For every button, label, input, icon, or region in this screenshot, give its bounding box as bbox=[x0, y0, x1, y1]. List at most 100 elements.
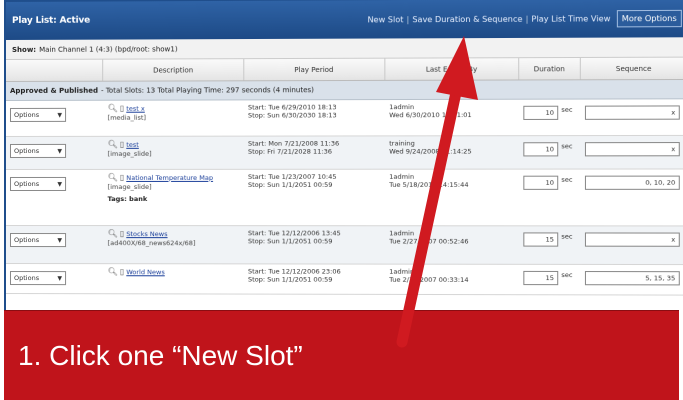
file-icon: ▯ bbox=[120, 173, 124, 182]
sequence-input[interactable]: x bbox=[585, 105, 680, 119]
duration-input[interactable]: 15 bbox=[523, 271, 558, 285]
last-edited-cell: 1admin Tue 2/27/2007 00:52:46 bbox=[385, 226, 519, 264]
sequence-cell: 0, 10, 20 bbox=[580, 169, 683, 225]
duration-cell: 10 sec bbox=[519, 136, 580, 169]
column-sequence[interactable]: Sequence bbox=[580, 58, 683, 80]
magnifier-icon[interactable]: 🔍︎ bbox=[108, 104, 118, 113]
editor-name: 1admin bbox=[389, 229, 515, 237]
sequence-input[interactable]: 0, 10, 20 bbox=[585, 176, 680, 190]
save-duration-sequence-link[interactable]: Save Duration & Sequence bbox=[409, 14, 525, 24]
group-summary: - Total Slots: 13 Total Playing Time: 29… bbox=[101, 86, 314, 95]
options-label: Options bbox=[14, 180, 39, 188]
slot-name-link[interactable]: test bbox=[126, 140, 139, 148]
edited-date: Tue 2/27/2007 00:52:46 bbox=[389, 237, 515, 245]
start-date: Start: Mon 7/21/2008 11:36 bbox=[248, 139, 381, 147]
play-period-cell: Start: Tue 12/12/2006 13:45 Stop: Sun 1/… bbox=[244, 226, 385, 263]
duration-unit: sec bbox=[561, 176, 572, 184]
slot-name-link[interactable]: Stocks News bbox=[126, 230, 167, 238]
table-row: Options ▼ 🔍︎ ▯ test [image_slide] Start:… bbox=[6, 136, 683, 170]
sequence-input[interactable]: x bbox=[585, 232, 680, 246]
column-play-period[interactable]: Play Period bbox=[244, 59, 385, 81]
playlist-title: Play List: Active bbox=[12, 16, 90, 26]
slot-name-link[interactable]: test x bbox=[126, 104, 145, 112]
magnifier-icon[interactable]: 🔍︎ bbox=[108, 173, 118, 182]
column-last-edited-by[interactable]: Last Edited By bbox=[385, 58, 519, 80]
file-icon: ▯ bbox=[120, 229, 124, 238]
edited-date: Wed 6/30/2010 18:21:01 bbox=[389, 111, 515, 119]
editor-name: 1admin bbox=[389, 268, 515, 276]
last-edited-cell: 1admin Tue 2/27/2007 00:33:14 bbox=[385, 265, 519, 295]
sequence-cell: x bbox=[580, 226, 683, 264]
editor-name: 1admin bbox=[389, 103, 515, 111]
options-dropdown[interactable]: Options ▼ bbox=[10, 177, 66, 191]
new-slot-link[interactable]: New Slot bbox=[364, 15, 406, 24]
table-row: Options ▼ 🔍︎ ▯ test x [media_list] Start… bbox=[6, 99, 683, 137]
stop-date: Stop: Sun 1/1/2051 00:59 bbox=[248, 275, 381, 283]
time-view-link[interactable]: Play List Time View bbox=[528, 14, 613, 24]
description-cell: 🔍︎ ▯ test x [media_list] bbox=[104, 100, 244, 135]
options-cell: Options ▼ bbox=[6, 226, 104, 263]
chevron-down-icon: ▼ bbox=[57, 237, 62, 244]
duration-unit: sec bbox=[561, 271, 572, 279]
options-dropdown[interactable]: Options ▼ bbox=[10, 144, 66, 158]
options-cell: Options ▼ bbox=[6, 170, 104, 225]
description-cell: 🔍︎ ▯ Stocks News [ad400X/68_news624x/68] bbox=[104, 226, 244, 263]
show-label: Show: bbox=[12, 45, 36, 53]
start-date: Start: Tue 12/12/2006 23:06 bbox=[248, 267, 381, 275]
start-date: Start: Tue 1/23/2007 10:45 bbox=[248, 173, 381, 181]
options-cell: Options ▼ bbox=[6, 264, 104, 293]
start-date: Start: Tue 12/12/2006 13:45 bbox=[248, 229, 381, 237]
duration-input[interactable]: 15 bbox=[523, 232, 558, 246]
slot-name-link[interactable]: World News bbox=[126, 268, 165, 276]
duration-input[interactable]: 10 bbox=[523, 106, 558, 120]
chevron-down-icon: ▼ bbox=[57, 147, 62, 154]
caption-text: 1. Click one “New Slot” bbox=[18, 340, 303, 372]
last-edited-cell: training Wed 9/24/2008 11:14:25 bbox=[385, 136, 519, 169]
stop-date: Stop: Sun 1/1/2051 00:59 bbox=[248, 181, 381, 189]
sequence-cell: x bbox=[580, 99, 683, 135]
duration-input[interactable]: 10 bbox=[523, 176, 558, 190]
column-duration[interactable]: Duration bbox=[519, 58, 580, 79]
options-label: Options bbox=[14, 236, 39, 244]
column-header-row: Description Play Period Last Edited By D… bbox=[6, 58, 683, 82]
options-label: Options bbox=[14, 147, 39, 155]
title-bar: Play List: Active New Slot | Save Durati… bbox=[6, 0, 683, 40]
column-options bbox=[6, 60, 104, 81]
file-icon: ▯ bbox=[120, 140, 124, 149]
edited-date: Wed 9/24/2008 11:14:25 bbox=[389, 147, 515, 155]
sequence-cell: x bbox=[580, 136, 683, 169]
slot-type: [image_slide] bbox=[108, 183, 240, 191]
play-period-cell: Start: Tue 1/23/2007 10:45 Stop: Sun 1/1… bbox=[244, 170, 385, 226]
play-period-cell: Start: Tue 6/29/2010 18:13 Stop: Sun 6/3… bbox=[244, 100, 385, 136]
slot-name-link[interactable]: National Temperature Map bbox=[126, 173, 213, 181]
column-description[interactable]: Description bbox=[104, 59, 244, 81]
more-options-button[interactable]: More Options bbox=[617, 9, 682, 27]
duration-input[interactable]: 10 bbox=[523, 142, 558, 156]
duration-unit: sec bbox=[561, 232, 572, 240]
magnifier-icon[interactable]: 🔍︎ bbox=[108, 267, 118, 276]
sequence-cell: 5, 15, 35 bbox=[580, 265, 683, 295]
description-cell: 🔍︎ ▯ National Temperature Map [image_sli… bbox=[104, 170, 244, 225]
duration-cell: 10 sec bbox=[519, 100, 580, 136]
group-title: Approved & Published bbox=[10, 87, 98, 95]
duration-cell: 15 sec bbox=[519, 265, 580, 295]
stop-date: Stop: Sun 6/30/2030 18:13 bbox=[248, 111, 381, 119]
slot-type: [image_slide] bbox=[108, 150, 240, 158]
table-row: Options ▼ 🔍︎ ▯ National Temperature Map … bbox=[6, 169, 683, 226]
options-dropdown[interactable]: Options ▼ bbox=[10, 108, 66, 122]
duration-unit: sec bbox=[561, 106, 572, 114]
options-cell: Options ▼ bbox=[6, 137, 104, 169]
options-dropdown[interactable]: Options ▼ bbox=[10, 271, 66, 285]
edited-date: Tue 2/27/2007 00:33:14 bbox=[389, 276, 515, 284]
options-dropdown[interactable]: Options ▼ bbox=[10, 233, 66, 247]
sequence-input[interactable]: x bbox=[585, 142, 680, 156]
play-period-cell: Start: Mon 7/21/2008 11:36 Stop: Fri 7/2… bbox=[244, 136, 385, 168]
sequence-input[interactable]: 5, 15, 35 bbox=[585, 271, 680, 285]
chevron-down-icon: ▼ bbox=[57, 111, 62, 118]
chevron-down-icon: ▼ bbox=[57, 275, 62, 282]
last-edited-cell: 1admin Wed 6/30/2010 18:21:01 bbox=[385, 100, 519, 136]
slot-tags: Tags: bank bbox=[108, 195, 240, 203]
show-value[interactable]: Main Channel 1 (4:3) (bpd/root: show1) bbox=[39, 45, 177, 54]
magnifier-icon[interactable]: 🔍︎ bbox=[108, 229, 118, 238]
magnifier-icon[interactable]: 🔍︎ bbox=[108, 140, 118, 149]
